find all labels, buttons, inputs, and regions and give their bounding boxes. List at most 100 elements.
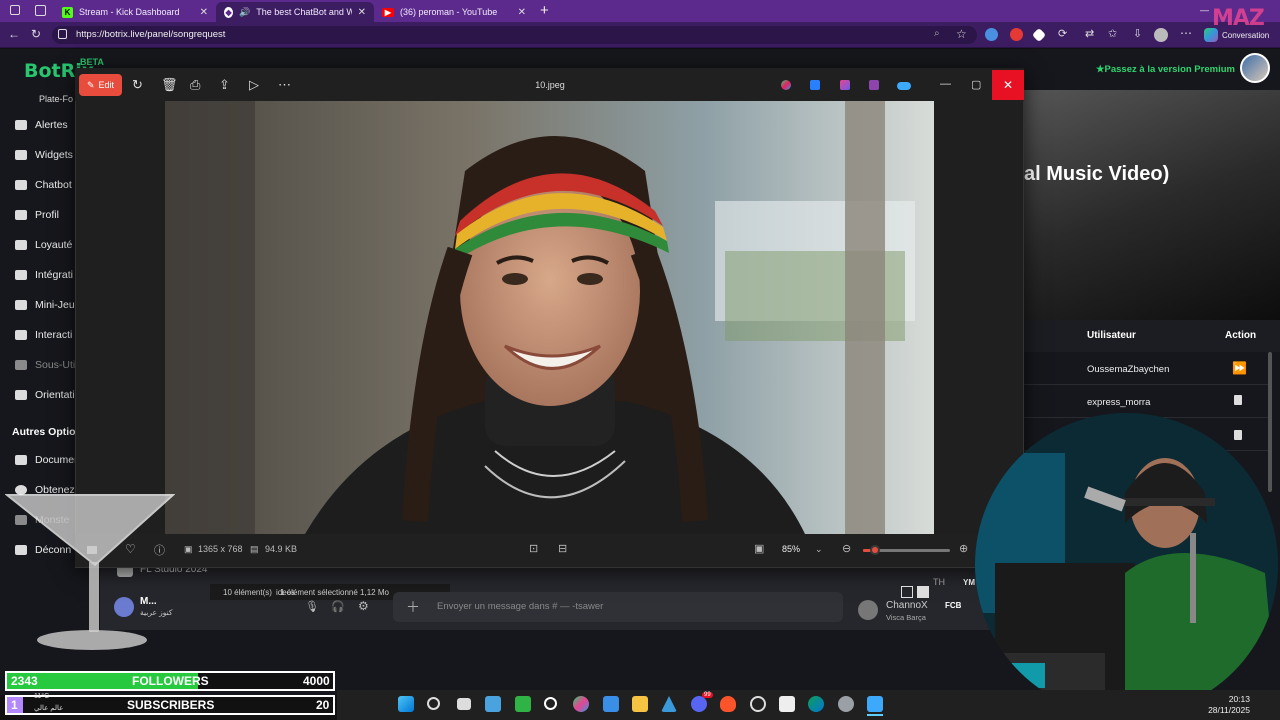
slideshow-icon[interactable]: ▷ xyxy=(249,77,259,93)
maximize-icon[interactable]: ▢ xyxy=(971,78,981,91)
sidebar-item-sous-utilisateurs[interactable]: Sous-Uti xyxy=(15,359,75,371)
plus-icon[interactable]: ＋ xyxy=(406,597,420,617)
workspaces-icon[interactable] xyxy=(35,5,46,16)
url-input[interactable]: https://botrix.live/panel/songrequest xyxy=(52,26,977,44)
skip-icon[interactable]: ⏩ xyxy=(1232,361,1247,375)
tab-kick-dashboard[interactable]: K Stream - Kick Dashboard ✕ xyxy=(54,2,216,22)
headphones-icon[interactable]: 🎧 xyxy=(331,600,345,613)
snipping-icon[interactable] xyxy=(603,696,619,712)
webcam-feed xyxy=(975,413,1278,716)
trash-icon[interactable] xyxy=(1234,395,1242,405)
discord-icon[interactable] xyxy=(691,696,707,712)
minimize-browser-icon[interactable]: — xyxy=(1200,5,1209,15)
system-clock[interactable]: 20:13 28/11/2025 xyxy=(1208,694,1250,716)
extension-icon[interactable] xyxy=(985,28,998,41)
audio-icon[interactable]: 🔊 xyxy=(239,7,250,18)
followers-count: 2343 xyxy=(11,674,38,688)
chevron-down-icon[interactable]: ⌄ xyxy=(815,544,823,555)
capcut-editor-icon[interactable] xyxy=(779,696,795,712)
sidebar-item-chatbot[interactable]: Chatbot xyxy=(15,179,72,191)
rotate-icon[interactable]: ↻ xyxy=(132,77,143,93)
more-menu-icon[interactable]: ⋯ xyxy=(1180,26,1192,40)
favorites-icon[interactable]: ✩ xyxy=(1108,27,1117,40)
profile-avatar[interactable] xyxy=(1154,28,1168,42)
sidebar-item-interactions[interactable]: Interacti xyxy=(15,329,72,341)
avatar[interactable] xyxy=(1240,53,1270,83)
fit-icon[interactable]: ▣ xyxy=(754,542,764,555)
trash-icon[interactable] xyxy=(1234,430,1242,440)
sidebar-item-orientation[interactable]: Orientati xyxy=(15,389,75,401)
search-icon[interactable] xyxy=(427,697,440,710)
sidebar-item-profil[interactable]: Profil xyxy=(15,209,59,221)
split-screen-icon[interactable]: ⇄ xyxy=(1085,27,1094,40)
brave-icon[interactable] xyxy=(720,696,736,712)
site-info-icon[interactable] xyxy=(58,29,67,39)
search-icon[interactable]: ⌕ xyxy=(934,28,940,39)
table-cell-user: OussemaZbaychen xyxy=(1087,364,1170,375)
start-icon[interactable] xyxy=(398,696,414,712)
copilot-icon[interactable] xyxy=(573,696,589,712)
sidebar-item-documentation[interactable]: Documen xyxy=(15,454,80,466)
xbox-icon[interactable] xyxy=(515,696,531,712)
zoom-slider-thumb[interactable] xyxy=(870,545,880,555)
widgets-icon[interactable] xyxy=(485,696,501,712)
profile-icon[interactable] xyxy=(10,5,20,15)
clock-time: 20:13 xyxy=(1228,694,1250,704)
sidebar-item-mini-jeux[interactable]: Mini-Jeu xyxy=(15,299,75,311)
more-options-icon[interactable]: ⋯ xyxy=(278,77,291,93)
sidebar-item-widgets[interactable]: Widgets xyxy=(15,149,73,161)
zoom-in-icon[interactable]: ⊕ xyxy=(959,542,968,555)
close-tab-icon[interactable]: ✕ xyxy=(358,7,366,18)
close-tab-icon[interactable]: ✕ xyxy=(518,7,526,18)
new-tab-button[interactable]: + xyxy=(540,2,549,19)
settings-icon[interactable] xyxy=(838,696,854,712)
sidebar-item-loyaute[interactable]: Loyauté xyxy=(15,239,72,251)
users-icon xyxy=(15,390,27,400)
mic-icon[interactable]: 🎙 xyxy=(305,600,319,613)
conversation-label[interactable]: Conversation xyxy=(1222,31,1269,40)
discord-member-name[interactable]: ChannoX xyxy=(886,600,928,611)
close-tab-icon[interactable]: ✕ xyxy=(200,7,208,18)
downloads-icon[interactable]: ⇩ xyxy=(1133,27,1142,40)
tiles-view-icon[interactable] xyxy=(917,586,929,598)
edge-icon[interactable] xyxy=(808,696,824,712)
clipchamp-video-icon[interactable] xyxy=(869,80,879,90)
obs-icon[interactable] xyxy=(544,697,557,710)
visual-search-icon[interactable]: ⊟ xyxy=(558,542,567,555)
onedrive-icon[interactable] xyxy=(897,82,911,90)
photos-icon[interactable] xyxy=(867,696,883,712)
extensions-icon[interactable]: ⟳ xyxy=(1058,27,1067,40)
refresh-icon[interactable]: ↻ xyxy=(31,27,41,41)
favorite-star-icon[interactable]: ☆ xyxy=(956,27,967,41)
tab-title: (36) peroman - YouTube xyxy=(400,7,498,17)
zoom-out-icon[interactable]: ⊖ xyxy=(842,542,851,555)
settings-icon[interactable]: ⚙ xyxy=(358,599,369,613)
designer-icon[interactable] xyxy=(810,80,820,90)
channel-logo: MAZ xyxy=(1212,6,1265,31)
copilot-icon[interactable] xyxy=(781,80,791,90)
premium-link[interactable]: ★Passez à la version Premium xyxy=(1096,64,1235,75)
tab-youtube[interactable]: ▶ (36) peroman - YouTube ✕ xyxy=(374,2,534,22)
file-explorer-icon[interactable] xyxy=(632,696,648,712)
scrollbar[interactable] xyxy=(1268,352,1272,492)
extension-icon[interactable] xyxy=(1010,28,1023,41)
tab-botrix[interactable]: ◆ 🔊 The best ChatBot and Widge ✕ xyxy=(216,2,374,22)
minimize-icon[interactable]: — xyxy=(940,78,951,90)
music-icon xyxy=(15,330,27,340)
other-options-title: Autres Optio xyxy=(12,426,76,438)
recording-icon[interactable] xyxy=(750,696,766,712)
ocr-icon[interactable]: ⊡ xyxy=(529,542,538,555)
edit-button[interactable]: ✎ Edit xyxy=(79,74,122,96)
clipchamp-icon[interactable] xyxy=(840,80,850,90)
close-button[interactable]: ✕ xyxy=(992,70,1024,100)
zoom-level[interactable]: 85% xyxy=(782,544,800,554)
print-icon[interactable]: ⎙ xyxy=(190,77,200,93)
sidebar-item-integrations[interactable]: Intégrati xyxy=(15,269,73,281)
delete-icon[interactable]: 🗑 xyxy=(161,77,178,93)
sidebar-item-alertes[interactable]: Alertes xyxy=(15,119,68,131)
details-view-icon[interactable] xyxy=(901,586,913,598)
task-view-icon[interactable] xyxy=(457,698,471,710)
back-icon[interactable]: ← xyxy=(8,27,20,41)
share-icon[interactable]: ⇪ xyxy=(219,77,230,93)
plug-icon xyxy=(15,270,27,280)
